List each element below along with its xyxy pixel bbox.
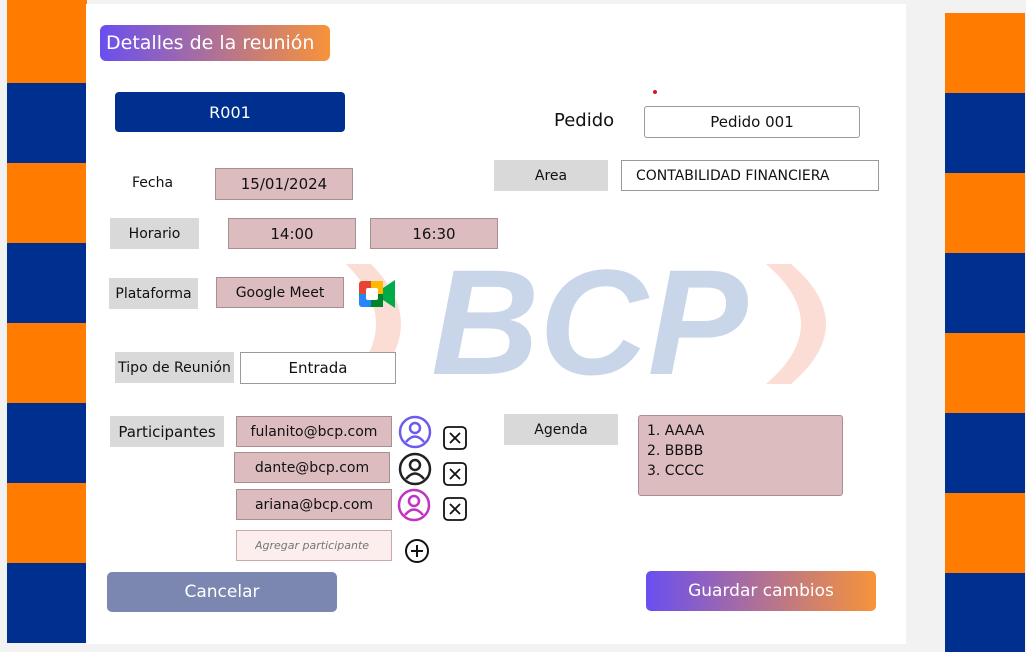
agenda-label: Agenda	[504, 414, 618, 445]
remove-participant-icon[interactable]	[442, 496, 468, 522]
horario-label-text: Horario	[128, 225, 181, 242]
agenda-label-text: Agenda	[534, 421, 588, 438]
pedido-label: Pedido	[554, 110, 615, 131]
bcp-watermark-logo: BCP	[346, 254, 826, 394]
tipo-value: Entrada	[288, 359, 348, 377]
agenda-item: 2. BBBB	[647, 443, 704, 459]
remove-participant-icon[interactable]	[442, 461, 468, 487]
user-avatar-icon	[397, 488, 431, 522]
page-title-text: Detalles de la reunión	[106, 32, 315, 54]
area-label: Area	[494, 160, 608, 191]
pedido-field[interactable]: Pedido 001	[644, 106, 860, 138]
area-field[interactable]: CONTABILIDAD FINANCIERA	[621, 160, 879, 191]
pedido-value: Pedido 001	[710, 113, 794, 131]
add-participant-icon[interactable]	[403, 537, 431, 565]
agenda-textarea[interactable]: 1. AAAA 2. BBBB 3. CCCC	[638, 415, 843, 496]
save-changes-button[interactable]: Guardar cambios	[646, 571, 876, 611]
participantes-label-text: Participantes	[118, 422, 216, 441]
add-participant-input[interactable]	[236, 530, 392, 561]
fecha-label: Fecha	[132, 175, 174, 191]
participantes-label: Participantes	[110, 416, 224, 447]
plataforma-field[interactable]: Google Meet	[216, 277, 344, 308]
user-avatar-icon	[398, 452, 432, 486]
horario-start-value: 14:00	[270, 224, 314, 243]
participant-email-field[interactable]: fulanito@bcp.com	[236, 416, 392, 447]
tipo-label: Tipo de Reunión	[115, 352, 234, 383]
area-label-text: Area	[534, 167, 568, 184]
page-title: Detalles de la reunión	[100, 25, 330, 61]
fecha-field[interactable]: 15/01/2024	[215, 168, 353, 200]
participant-email-field[interactable]: dante@bcp.com	[234, 452, 390, 483]
participant-email-field[interactable]: ariana@bcp.com	[236, 489, 392, 520]
participant-email: ariana@bcp.com	[254, 496, 374, 513]
tipo-label-text: Tipo de Reunión	[118, 359, 231, 376]
save-button-label: Guardar cambios	[688, 581, 834, 601]
remove-participant-icon[interactable]	[442, 425, 468, 451]
fecha-value: 15/01/2024	[240, 175, 328, 193]
area-value: CONTABILIDAD FINANCIERA	[636, 167, 830, 184]
horario-end-field[interactable]: 16:30	[370, 218, 498, 249]
horario-start-field[interactable]: 14:00	[228, 218, 356, 249]
horario-end-value: 16:30	[412, 224, 456, 243]
cancel-button[interactable]: Cancelar	[107, 572, 337, 612]
meeting-id-text: R001	[209, 102, 251, 122]
agenda-item: 3. CCCC	[647, 463, 704, 479]
plataforma-label: Plataforma	[109, 278, 198, 309]
plataforma-value: Google Meet	[235, 284, 325, 301]
meeting-id-badge: R001	[115, 92, 345, 132]
user-avatar-icon	[398, 415, 432, 449]
meeting-details-panel: BCP Detalles de la reunión R001 Pedido P…	[86, 4, 906, 644]
participant-email: dante@bcp.com	[254, 459, 370, 476]
agenda-item: 1. AAAA	[647, 423, 705, 439]
google-meet-icon	[359, 280, 395, 308]
cancel-button-label: Cancelar	[184, 582, 260, 602]
participant-email: fulanito@bcp.com	[250, 423, 378, 440]
tipo-field[interactable]: Entrada	[240, 352, 396, 384]
horario-label: Horario	[110, 218, 199, 249]
plataforma-label-text: Plataforma	[115, 285, 192, 302]
watermark-text: BCP	[431, 254, 749, 394]
red-dot-marker	[653, 90, 657, 94]
